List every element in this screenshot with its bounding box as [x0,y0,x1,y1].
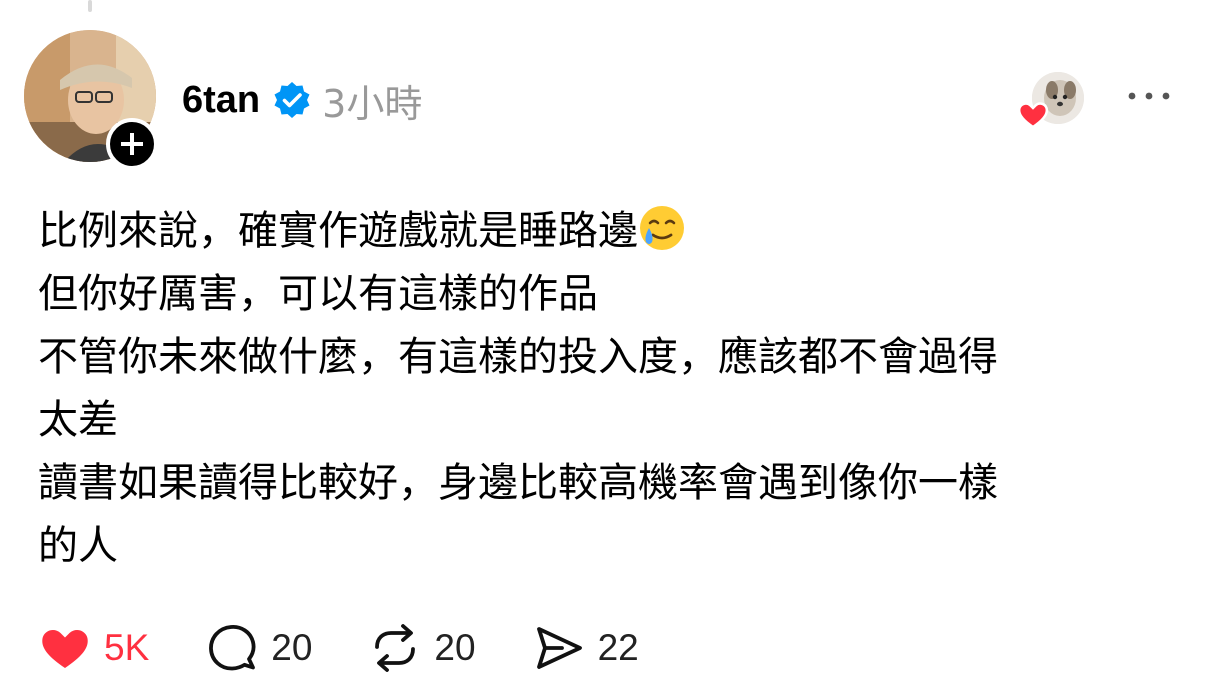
repost-button[interactable]: 20 [368,621,476,675]
share-icon [536,627,582,669]
comment-count: 20 [271,627,313,668]
username[interactable]: 6tan [182,79,260,122]
post-text-line: 太差 [38,397,118,443]
share-count: 22 [597,627,639,668]
post-header: 6tan 3小時 [182,74,422,126]
follow-button[interactable] [106,118,158,170]
more-options-button[interactable] [1122,78,1176,114]
action-bar: 5K 20 20 22 [38,616,695,680]
post-text-line: 比例來說，確實作遊戲就是睡路邊 [38,200,1148,263]
smiling-face-with-tear-emoji-icon [640,206,684,250]
verified-badge-icon [274,82,310,118]
heart-icon [42,629,88,668]
post-text-line: 但你好厲害，可以有這樣的作品 [38,271,598,317]
post-text-line-1: 比例來說，確實作遊戲就是睡路邊 [38,208,638,254]
post-text-line: 的人 [38,523,118,569]
comment-button[interactable]: 20 [205,621,312,675]
thread-connector-line [88,0,92,12]
repost-count: 20 [434,627,476,668]
like-button[interactable]: 5K [38,621,149,675]
share-button[interactable]: 22 [532,621,639,675]
plus-icon [121,133,143,155]
comment-icon [209,625,256,671]
liked-heart-badge-icon [1017,102,1049,129]
post-text-line: 不管你未來做什麼，有這樣的投入度，應該都不會過得 [38,334,998,380]
repost-icon [375,624,416,672]
like-count: 5K [104,627,150,668]
post-timestamp: 3小時 [322,81,423,126]
post-text-line: 讀書如果讀得比較好，身邊比較高機率會遇到像你一樣 [38,460,998,506]
more-horizontal-icon [1128,92,1170,100]
post-body: 比例來說，確實作遊戲就是睡路邊 但你好厲害，可以有這樣的作品 不管你未來做什麼，… [38,200,1148,578]
